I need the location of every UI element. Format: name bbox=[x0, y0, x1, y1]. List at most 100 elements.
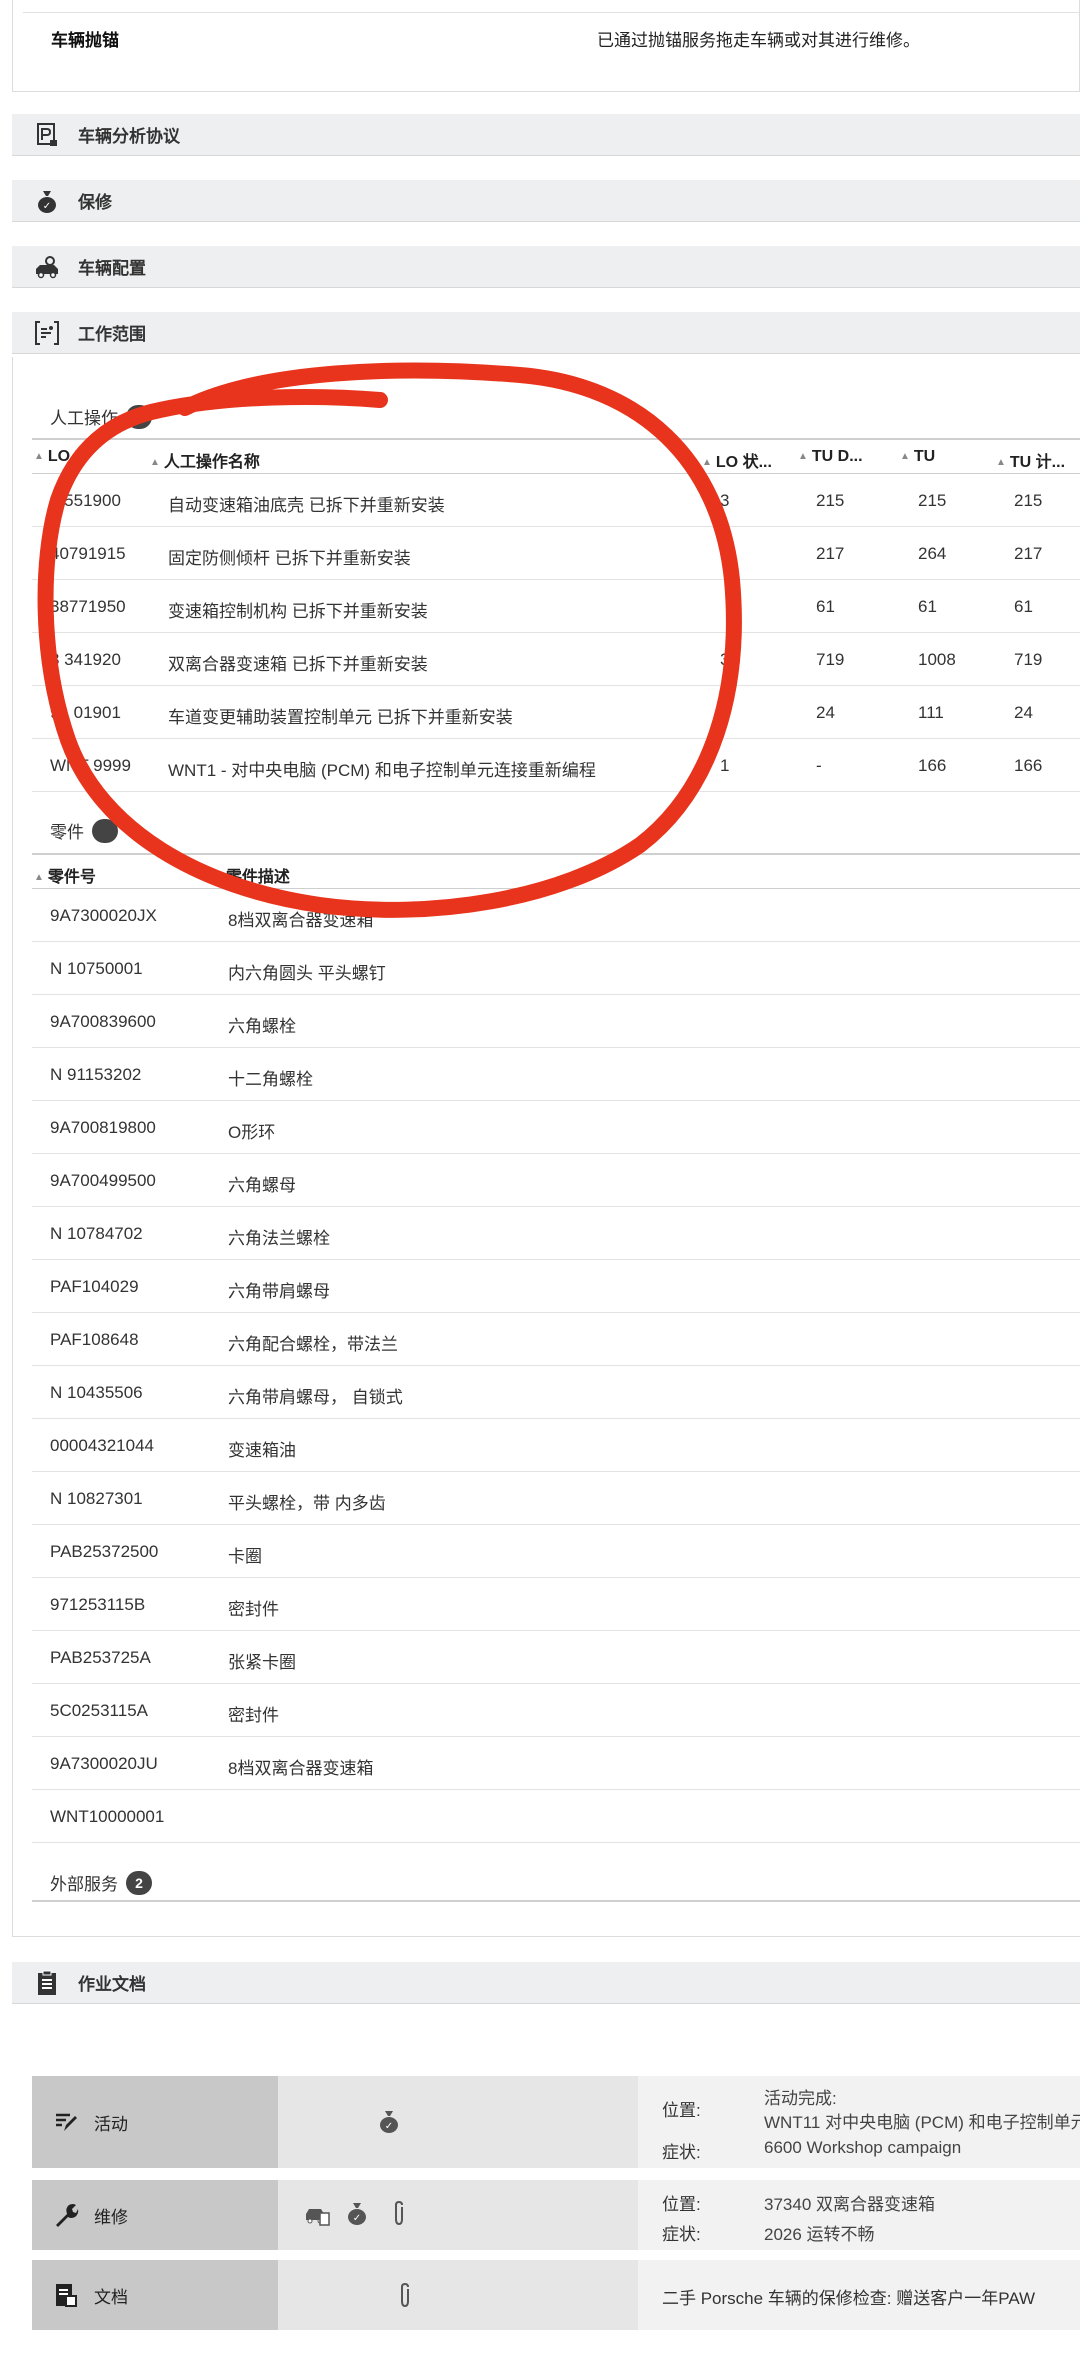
table-cell: 卡圈 bbox=[228, 1547, 262, 1566]
table-row[interactable]: PAF108648 六角配合螺栓，带法兰 bbox=[32, 1313, 1080, 1366]
parts-title: 零件 bbox=[50, 823, 84, 842]
table-cell: 61 bbox=[1014, 597, 1033, 616]
table-row[interactable]: 3 551900 自动变速箱油底壳 已拆下并重新安装 3 215 215 215 bbox=[32, 474, 1080, 527]
table-row[interactable]: N 91153202 十二角螺栓 bbox=[32, 1048, 1080, 1101]
workshop-document-row[interactable]: 文档 二手 Porsche 车辆的保修检查: 赠送客户一年PAW bbox=[32, 2260, 1080, 2330]
table-cell: 215 bbox=[816, 491, 845, 510]
svg-text:✓: ✓ bbox=[353, 2213, 361, 2224]
car-document-icon[interactable] bbox=[302, 2200, 332, 2230]
table-cell: - bbox=[816, 756, 822, 775]
table-row[interactable]: WNT 9999 WNT1 - 对中央电脑 (PCM) 和电子控制单元连接重新编程… bbox=[32, 739, 1080, 792]
col-lo-status[interactable]: ▲ LO 状... bbox=[702, 448, 772, 472]
table-cell: PAB25372500 bbox=[50, 1542, 159, 1561]
table-row[interactable]: 38771950 变速箱控制机构 已拆下并重新安装 61 61 61 bbox=[32, 580, 1080, 633]
table-cell: 971253115B bbox=[50, 1595, 146, 1614]
table-cell: WNT1 - 对中央电脑 (PCM) 和电子控制单元连接重新编程 bbox=[168, 761, 596, 780]
sort-icon: ▲ bbox=[34, 451, 44, 462]
workshop-activity-row[interactable]: 活动 ✓ 位置: 活动完成: WNT11 对中央电脑 (PCM) 和电子控制单元… bbox=[32, 2076, 1080, 2168]
table-row[interactable]: 9A7300020JX 8档双离合器变速箱 bbox=[32, 889, 1080, 942]
col-part-desc[interactable]: ▲ 零件描述 bbox=[212, 863, 290, 887]
sort-icon: ▲ bbox=[798, 451, 808, 462]
col-lo-name[interactable]: ▲ 人工操作名称 bbox=[150, 448, 260, 472]
table-row[interactable]: N 10435506 六角带肩螺母， 自锁式 bbox=[32, 1366, 1080, 1419]
divider bbox=[32, 1900, 1080, 1902]
table-row[interactable]: 9A700499500 六角螺母 bbox=[32, 1154, 1080, 1207]
section-work-scope[interactable]: 工作范围 bbox=[12, 312, 1080, 354]
section-title: 工作范围 bbox=[78, 325, 146, 344]
table-cell: 9A7300020JU bbox=[50, 1754, 158, 1773]
table-row[interactable]: 00004321044 变速箱油 bbox=[32, 1419, 1080, 1472]
document-icon bbox=[52, 2281, 80, 2309]
paperclip-icon[interactable] bbox=[390, 2280, 420, 2310]
table-cell: 24 bbox=[1014, 703, 1033, 722]
section-vehicle-config[interactable]: 车辆配置 bbox=[12, 246, 1080, 288]
money-bag-icon[interactable]: ✓ bbox=[342, 2198, 372, 2228]
labor-subheading: 人工操作 6 bbox=[50, 404, 152, 429]
sort-icon: ▲ bbox=[212, 872, 222, 883]
table-cell: PAF104029 bbox=[50, 1277, 139, 1296]
table-cell: 3 551900 bbox=[50, 491, 121, 510]
workshop-repair-row[interactable]: 维修 ✓ 位置: 37340 双离合器变速箱 症状: 2026 运转不畅 bbox=[32, 2180, 1080, 2250]
parts-count-badge bbox=[92, 818, 118, 843]
paperclip-icon[interactable] bbox=[384, 2198, 414, 2228]
table-cell: 217 bbox=[816, 544, 845, 563]
table-cell: 217 bbox=[1014, 544, 1043, 563]
section-title: 车辆配置 bbox=[78, 259, 146, 278]
table-row[interactable]: 91 01901 车道变更辅助装置控制单元 已拆下并重新安装 24 111 24 bbox=[32, 686, 1080, 739]
document-text: 二手 Porsche 车辆的保修检查: 赠送客户一年PAW bbox=[662, 2289, 1036, 2308]
table-cell: 111 bbox=[918, 703, 944, 722]
table-cell: 变速箱控制机构 已拆下并重新安装 bbox=[168, 602, 428, 621]
table-cell: 固定防侧倾杆 已拆下并重新安装 bbox=[168, 549, 411, 568]
col-lo-number[interactable]: ▲ LO N bbox=[34, 448, 86, 466]
col-part-number[interactable]: ▲ 零件号 bbox=[34, 863, 96, 887]
table-cell: WNT10000001 bbox=[50, 1807, 165, 1826]
table-row[interactable]: PAB253725A 张紧卡圈 bbox=[32, 1631, 1080, 1684]
table-row[interactable]: 40791915 固定防侧倾杆 已拆下并重新安装 3 217 264 217 bbox=[32, 527, 1080, 580]
table-cell: 215 bbox=[1014, 491, 1043, 510]
table-row[interactable]: 3 341920 双离合器变速箱 已拆下并重新安装 3 719 1008 719 bbox=[32, 633, 1080, 686]
table-cell: 密封件 bbox=[228, 1600, 279, 1619]
activity-label-cell: 活动 bbox=[32, 2076, 278, 2168]
table-row[interactable]: 5C0253115A 密封件 bbox=[32, 1684, 1080, 1737]
table-row[interactable]: N 10827301 平头螺栓，带 内多齿 bbox=[32, 1472, 1080, 1525]
table-cell: 六角带肩螺母 bbox=[228, 1282, 330, 1301]
table-cell: 3 bbox=[720, 650, 730, 669]
table-row[interactable]: PAF104029 六角带肩螺母 bbox=[32, 1260, 1080, 1313]
section-warranty[interactable]: ✓ 保修 bbox=[12, 180, 1080, 222]
table-cell: 张紧卡圈 bbox=[228, 1653, 296, 1672]
table-row[interactable]: N 10750001 内六角圆头 平头螺钉 bbox=[32, 942, 1080, 995]
divider bbox=[23, 12, 1079, 13]
table-row[interactable]: 971253115B 密封件 bbox=[32, 1578, 1080, 1631]
symptom-key: 症状: bbox=[662, 2143, 701, 2162]
table-cell: 215 bbox=[918, 491, 947, 510]
col-tu-d[interactable]: ▲ TU D... bbox=[798, 448, 863, 466]
table-cell: 3 bbox=[720, 491, 730, 510]
table-row[interactable]: N 10784702 六角法兰螺栓 bbox=[32, 1207, 1080, 1260]
clipboard-icon bbox=[32, 1968, 62, 1998]
table-row[interactable]: WNT10000001 bbox=[32, 1790, 1080, 1843]
repair-details-cell: 位置: 37340 双离合器变速箱 症状: 2026 运转不畅 bbox=[638, 2180, 1080, 2250]
table-cell: 8档双离合器变速箱 bbox=[228, 1759, 374, 1778]
table-cell: 六角配合螺栓，带法兰 bbox=[228, 1335, 398, 1354]
section-workshop-docs[interactable]: 作业文档 bbox=[12, 1962, 1080, 2004]
table-cell: 六角带肩螺母， 自锁式 bbox=[228, 1388, 403, 1407]
money-bag-icon[interactable]: ✓ bbox=[374, 2106, 404, 2136]
col-tu-total[interactable]: ▲ TU 计... bbox=[996, 448, 1065, 472]
table-row[interactable]: PAB25372500 卡圈 bbox=[32, 1525, 1080, 1578]
table-cell: 3 bbox=[720, 544, 730, 563]
table-cell: 5C0253115A bbox=[50, 1701, 148, 1720]
table-row[interactable]: 9A700819800 O形环 bbox=[32, 1101, 1080, 1154]
table-row[interactable]: 9A700839600 六角螺栓 bbox=[32, 995, 1080, 1048]
table-cell: 719 bbox=[1014, 650, 1043, 669]
external-services-subheading[interactable]: 外部服务 2 bbox=[50, 1870, 152, 1895]
table-cell: 3 341920 bbox=[50, 650, 121, 669]
col-tu[interactable]: ▲ TU bbox=[900, 448, 935, 466]
sort-icon: ▲ bbox=[996, 457, 1006, 468]
table-cell: 8档双离合器变速箱 bbox=[228, 911, 374, 930]
table-cell: 40791915 bbox=[50, 544, 126, 563]
parts-subheading: 零件 bbox=[50, 818, 118, 843]
section-vehicle-analysis[interactable]: 车辆分析协议 bbox=[12, 114, 1080, 156]
labor-count-badge: 6 bbox=[126, 404, 152, 429]
table-row[interactable]: 9A7300020JU 8档双离合器变速箱 bbox=[32, 1737, 1080, 1790]
report-icon bbox=[32, 120, 62, 150]
